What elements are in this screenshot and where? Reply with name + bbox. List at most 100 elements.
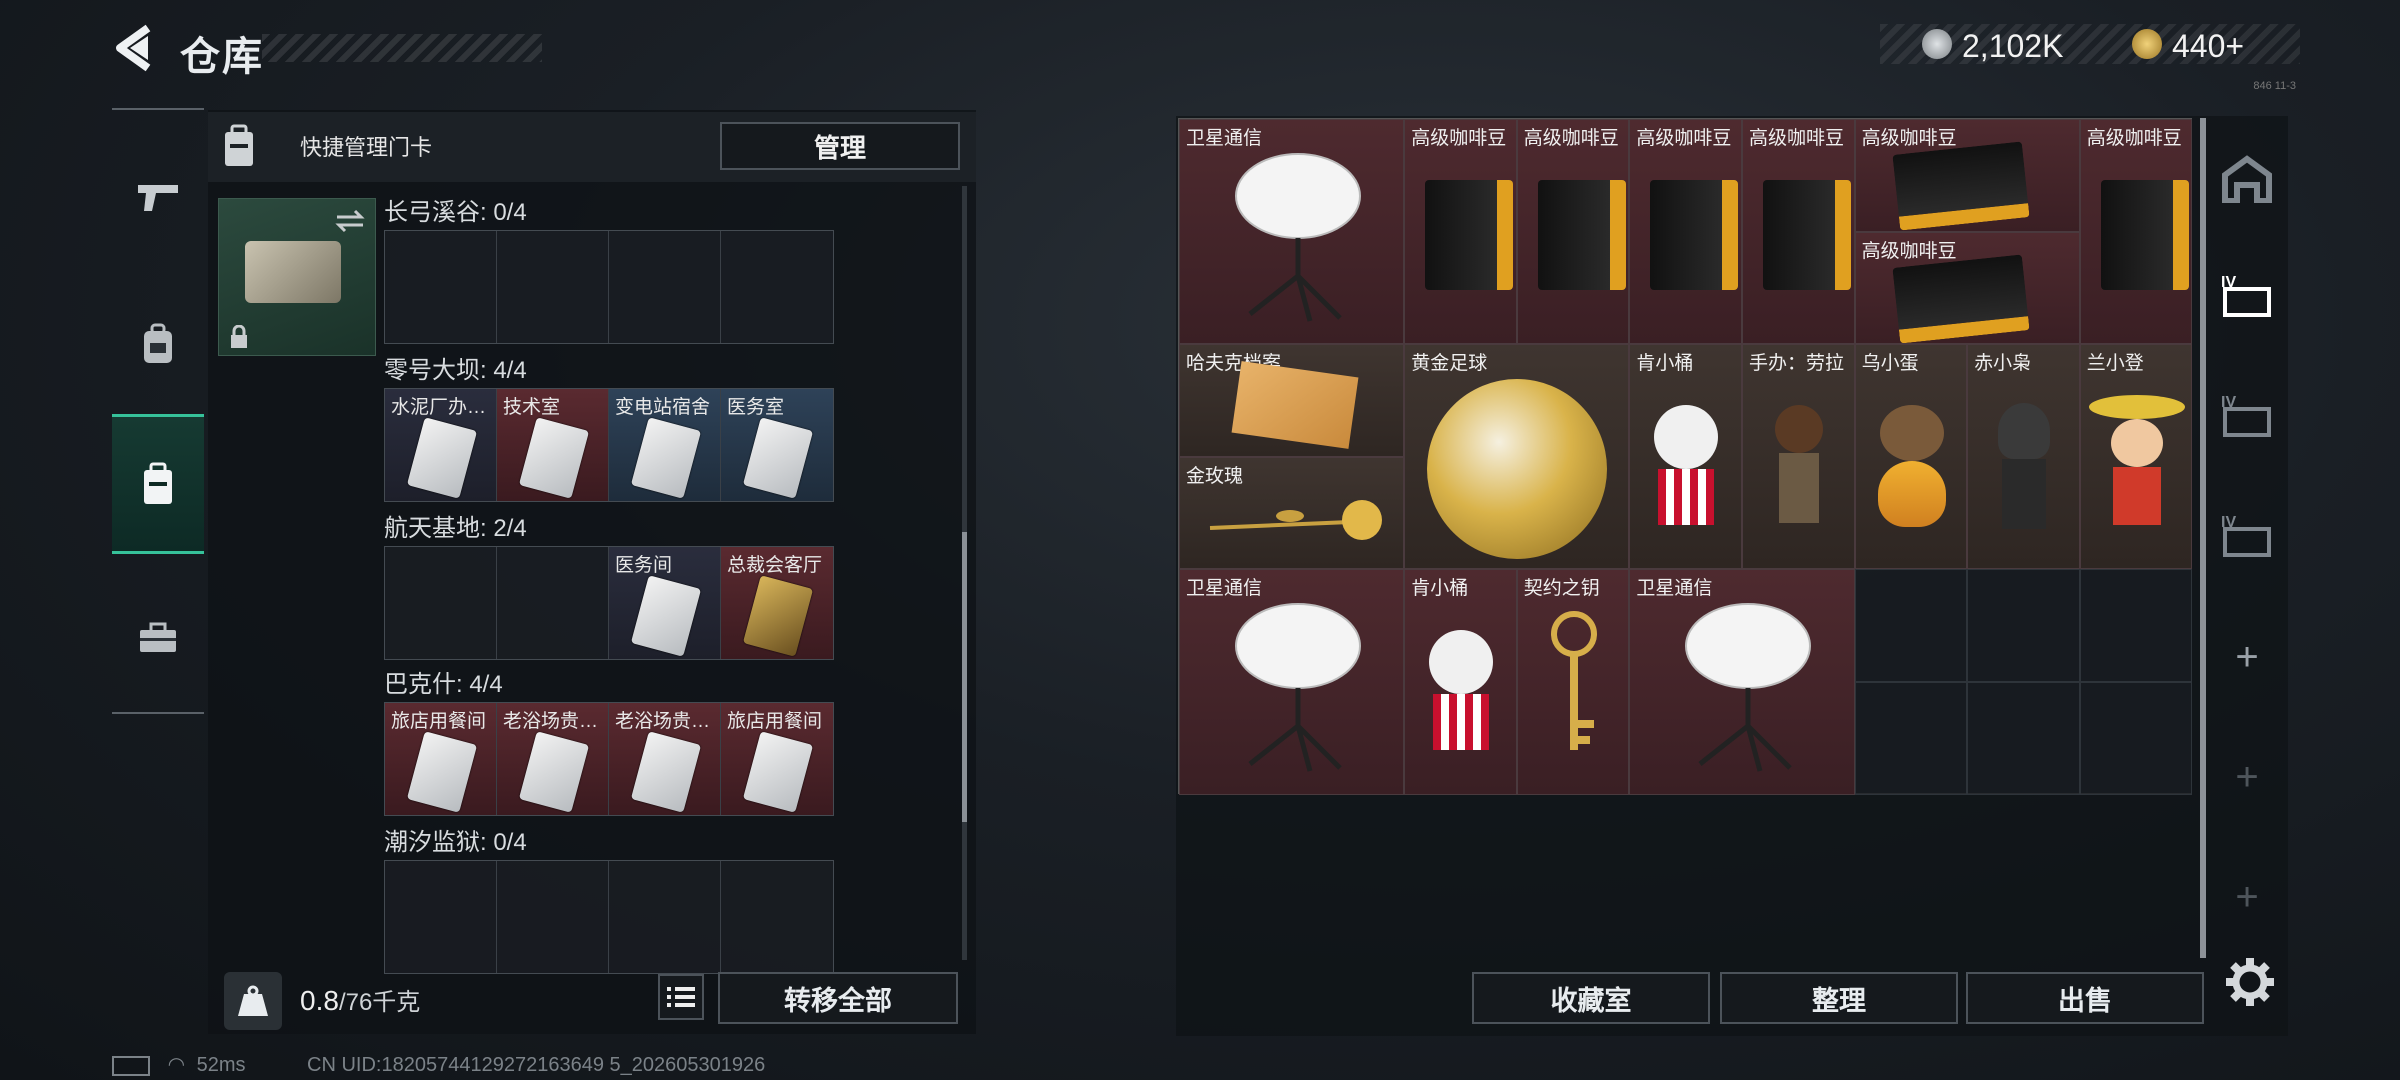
- satellite-dish-icon: [1685, 603, 1812, 773]
- keycard-slot[interactable]: 技术室: [497, 389, 609, 501]
- empty-slot[interactable]: [2079, 681, 2193, 795]
- empty-keycard-slot[interactable]: [385, 861, 497, 973]
- item-satellite-comm[interactable]: 卫星通信: [1179, 569, 1405, 795]
- empty-slot[interactable]: [1967, 681, 2080, 795]
- empty-slot[interactable]: [2079, 569, 2193, 682]
- back-button[interactable]: [112, 22, 152, 74]
- scrollbar-thumb[interactable]: [962, 532, 967, 822]
- transfer-all-button[interactable]: 转移全部: [718, 972, 958, 1024]
- item-lan-figure[interactable]: 兰小登: [2079, 344, 2193, 570]
- swap-icon[interactable]: [335, 209, 365, 233]
- keycard-slot[interactable]: 老浴场贵…: [609, 703, 721, 815]
- item-label: 高级咖啡豆: [1861, 128, 1957, 149]
- item-coffee[interactable]: 高级咖啡豆: [1854, 231, 2080, 345]
- keycard-case-slot[interactable]: [218, 198, 376, 356]
- keycard-slot[interactable]: 总裁会客厅: [721, 547, 833, 659]
- nav-toolbox[interactable]: [112, 590, 204, 686]
- stash-box-iv[interactable]: IV: [2212, 380, 2282, 450]
- nav-weapons[interactable]: [112, 150, 204, 246]
- empty-slot[interactable]: [1967, 569, 2080, 682]
- weight-readout: 0.8/76千克: [300, 982, 420, 1017]
- add-stash-button[interactable]: +: [2212, 742, 2282, 812]
- item-kfc-figure[interactable]: 肯小桶: [1404, 569, 1517, 795]
- keycard-slot-grid: [384, 230, 834, 344]
- item-coffee[interactable]: 高级咖啡豆: [1629, 119, 1742, 345]
- sombrero-icon: [2088, 395, 2185, 420]
- settings-button[interactable]: [2220, 952, 2280, 1012]
- item-contract-key[interactable]: 契约之钥: [1516, 569, 1630, 795]
- empty-keycard-slot[interactable]: [385, 547, 497, 659]
- list-view-button[interactable]: [658, 974, 704, 1020]
- stash-box-iv[interactable]: IV: [2212, 500, 2282, 570]
- gold-amount[interactable]: 440+: [2172, 28, 2244, 65]
- keycard-slot-grid: 水泥厂办… 技术室 变电站宿舍 医务室: [384, 388, 834, 502]
- section-title: 长弓溪谷: 0/4: [384, 199, 527, 226]
- empty-keycard-slot[interactable]: [721, 231, 833, 343]
- plus-icon: +: [2235, 874, 2259, 919]
- empty-keycard-slot[interactable]: [385, 231, 497, 343]
- item-coffee[interactable]: 高级咖啡豆: [1741, 119, 1855, 345]
- server-note: 846 11-3: [2253, 80, 2296, 92]
- toolbox-icon: [140, 622, 176, 652]
- item-satellite-comm[interactable]: 卫星通信: [1179, 119, 1405, 345]
- figure-body-icon: [1658, 469, 1715, 526]
- item-label: 肯小桶: [1411, 578, 1469, 600]
- nav-keycard-case[interactable]: [112, 414, 204, 554]
- keycard-label: 医务室: [727, 397, 785, 418]
- item-coffee[interactable]: 高级咖啡豆: [1404, 119, 1517, 345]
- stash-box-iv-active[interactable]: IV: [2212, 260, 2282, 330]
- figure-head-icon: [1654, 405, 1719, 470]
- item-coffee[interactable]: 高级咖啡豆: [1516, 119, 1630, 345]
- keycard-icon: [518, 731, 590, 813]
- add-stash-button[interactable]: +: [2212, 622, 2282, 692]
- sell-button[interactable]: 出售: [1966, 972, 2204, 1024]
- keycard-slot[interactable]: 旅店用餐间: [721, 703, 833, 815]
- backpack-icon: [144, 323, 172, 363]
- item-coffee[interactable]: 高级咖啡豆: [2079, 119, 2193, 345]
- stash-home-button[interactable]: [2212, 144, 2282, 214]
- stash-box-icon: IV: [2221, 394, 2271, 437]
- collection-room-button[interactable]: 收藏室: [1472, 972, 1710, 1024]
- item-label: 高级咖啡豆: [1861, 240, 1957, 262]
- item-golden-rose[interactable]: 金玫瑰: [1179, 456, 1405, 570]
- weight-max: /76千克: [338, 989, 421, 1016]
- keycard-label: 旅店用餐间: [727, 711, 823, 732]
- battery-icon: [112, 1055, 150, 1076]
- keycard-icon: [742, 417, 814, 499]
- stash-scrollbar[interactable]: [2200, 118, 2206, 958]
- page-title: 仓库: [180, 35, 264, 79]
- item-label: 赤小枭: [1974, 353, 2032, 375]
- item-label: 契约之钥: [1523, 578, 1600, 600]
- nav-backpack[interactable]: [112, 296, 204, 392]
- empty-keycard-slot[interactable]: [609, 861, 721, 973]
- section-title: 潮汐监狱: 0/4: [384, 829, 527, 856]
- empty-keycard-slot[interactable]: [721, 861, 833, 973]
- keycard-slot[interactable]: 变电站宿舍: [609, 389, 721, 501]
- uid-text: CN UID:18205744129272163649 5_2026053019…: [307, 1054, 766, 1076]
- item-laura-figure[interactable]: 手办：劳拉: [1741, 344, 1855, 570]
- keycard-slot[interactable]: 医务间: [609, 547, 721, 659]
- add-stash-button[interactable]: +: [2212, 862, 2282, 932]
- item-golden-football[interactable]: 黄金足球: [1404, 344, 1630, 570]
- item-kfc-figure[interactable]: 肯小桶: [1629, 344, 1742, 570]
- coffee-bag-icon: [1425, 180, 1514, 290]
- item-hafuke-file[interactable]: 哈夫克档案: [1179, 344, 1405, 457]
- keycard-slot[interactable]: 旅店用餐间: [385, 703, 497, 815]
- empty-slot[interactable]: [1854, 681, 1968, 795]
- keycard-slot[interactable]: 老浴场贵…: [497, 703, 609, 815]
- item-egg-figure[interactable]: 乌小蛋: [1854, 344, 1968, 570]
- satellite-dish-icon: [1235, 603, 1361, 773]
- manage-button[interactable]: 管理: [720, 122, 960, 170]
- keycard-slot[interactable]: 医务室: [721, 389, 833, 501]
- house-icon: [2222, 155, 2272, 203]
- empty-keycard-slot[interactable]: [497, 547, 609, 659]
- empty-slot[interactable]: [1854, 569, 1968, 682]
- item-owl-figure[interactable]: 赤小枭: [1967, 344, 2080, 570]
- empty-keycard-slot[interactable]: [497, 231, 609, 343]
- item-coffee[interactable]: 高级咖啡豆: [1854, 119, 2080, 232]
- empty-keycard-slot[interactable]: [497, 861, 609, 973]
- organize-button[interactable]: 整理: [1720, 972, 1958, 1024]
- empty-keycard-slot[interactable]: [609, 231, 721, 343]
- item-satellite-comm[interactable]: 卫星通信: [1629, 569, 1855, 795]
- keycard-slot[interactable]: 水泥厂办…: [385, 389, 497, 501]
